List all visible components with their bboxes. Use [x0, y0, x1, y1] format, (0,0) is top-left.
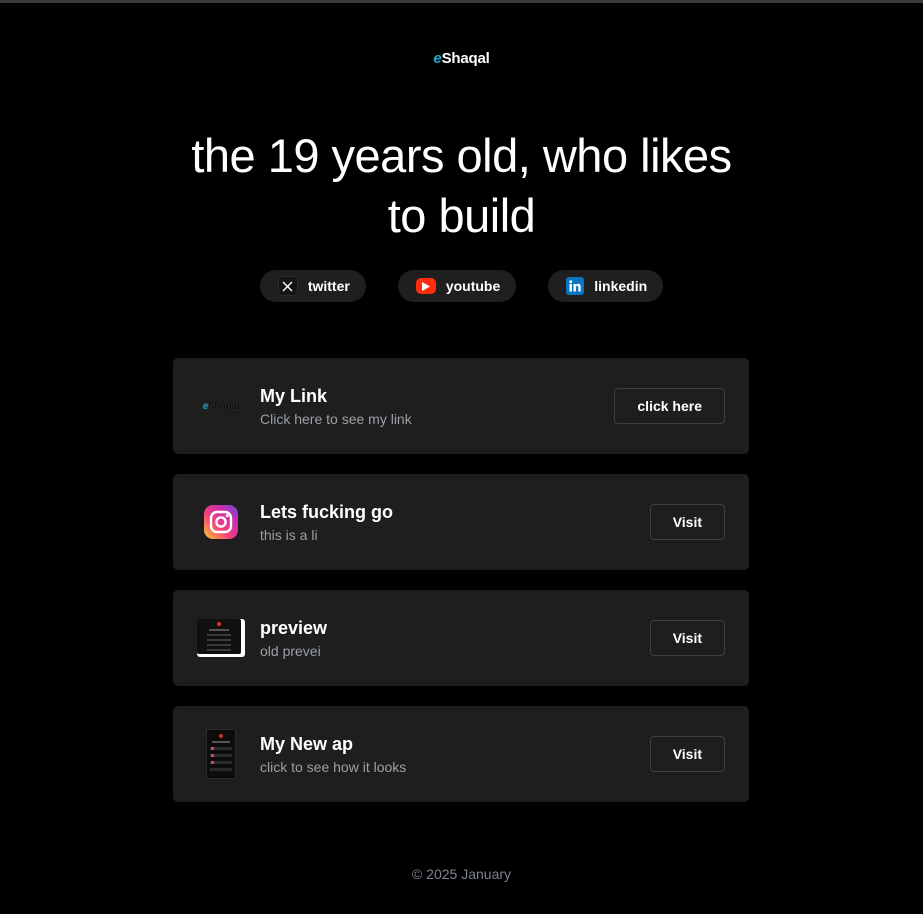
link-card: preview old prevei Visit [173, 590, 749, 686]
card-title: My Link [260, 386, 328, 406]
eshaqal-logo: eShaqal [197, 382, 245, 430]
social-link-label: youtube [445, 278, 501, 294]
card-subtitle: Click here to see my link [260, 411, 412, 427]
card-subtitle: click to see how it looks [260, 759, 407, 775]
visit-button[interactable]: Visit [649, 504, 725, 540]
instagram-icon [197, 498, 245, 546]
link-card-list: eShaqal My Link Click here to see my lin… [173, 358, 749, 822]
social-link-youtube[interactable]: youtube [397, 270, 517, 302]
card-title: preview [260, 618, 328, 638]
youtube-icon [415, 278, 436, 294]
card-title: Lets fucking go [260, 502, 394, 522]
link-card: Lets fucking go this is a li Visit [173, 474, 749, 570]
card-subtitle: old prevei [260, 643, 321, 659]
social-link-twitter[interactable]: twitter [259, 270, 366, 302]
visit-button[interactable]: Visit [649, 620, 725, 656]
brand-logo-text: Shaqal [441, 50, 490, 67]
hero-line-2: to build [387, 189, 536, 242]
brand-logo-prefix: e [433, 50, 442, 67]
social-links: twitter youtube linkedin [0, 270, 923, 302]
footer-copyright: © 2025 January [411, 866, 512, 882]
window-top-border [0, 0, 923, 3]
social-link-label: twitter [307, 278, 350, 294]
hero-heading: the 19 years old, who likes to build [0, 126, 923, 246]
brand-logo[interactable]: e Shaqal [0, 50, 923, 67]
preview-screenshot [197, 614, 245, 662]
link-card: My New ap click to see how it looks Visi… [173, 706, 749, 802]
visit-button[interactable]: Visit [649, 736, 725, 772]
x-icon [277, 276, 298, 296]
linkedin-icon [566, 277, 585, 295]
link-card: eShaqal My Link Click here to see my lin… [173, 358, 749, 454]
card-title: My New ap [260, 734, 354, 754]
thumb-logo-text: Shaqal [208, 400, 240, 412]
app-screenshot [197, 729, 245, 779]
social-link-label: linkedin [594, 278, 648, 294]
social-link-linkedin[interactable]: linkedin [548, 270, 664, 302]
hero-line-1: the 19 years old, who likes [191, 129, 732, 182]
card-subtitle: this is a li [260, 527, 318, 543]
click-here-button[interactable]: click here [614, 388, 725, 424]
